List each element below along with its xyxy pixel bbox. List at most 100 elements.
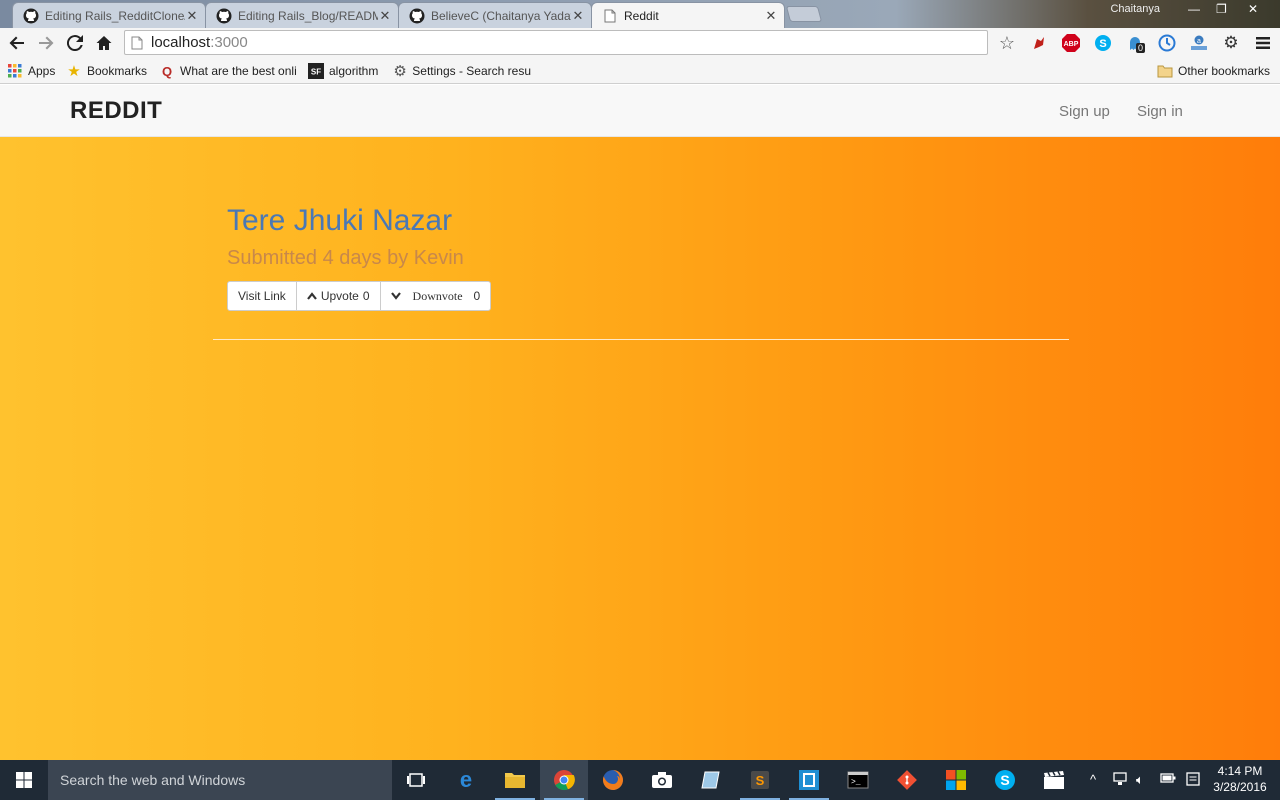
taskbar-search[interactable]: Search the web and Windows — [48, 760, 392, 800]
bookmark-bookmarks[interactable]: ★ Bookmarks — [66, 62, 147, 80]
chevron-up-icon — [306, 292, 317, 300]
address-port: :3000 — [210, 34, 248, 51]
svg-text:a: a — [1197, 38, 1201, 45]
close-icon[interactable]: ✕ — [571, 8, 585, 24]
bookmark-algorithm[interactable]: SF algorithm — [308, 62, 378, 80]
tray-chevron-up-icon[interactable]: ^ — [1090, 772, 1096, 787]
bookmark-label: Settings - Search resu — [412, 64, 531, 78]
bookmark-apps[interactable]: Apps — [7, 62, 55, 80]
adblock-icon[interactable]: ABP — [1061, 33, 1081, 53]
tab-editing-redditclone[interactable]: Editing Rails_RedditClone/ ✕ — [12, 2, 206, 28]
bookmark-star-icon[interactable]: ☆ — [997, 33, 1017, 53]
brand-logo[interactable]: REDDIT — [70, 97, 162, 125]
reload-icon[interactable] — [64, 32, 86, 54]
folder-icon — [1157, 63, 1173, 79]
svg-text:e: e — [460, 769, 472, 791]
upvote-button[interactable]: Upvote 0 — [295, 281, 381, 311]
signup-link[interactable]: Sign up — [1059, 103, 1110, 120]
svg-text:S: S — [1000, 772, 1009, 788]
network-icon[interactable] — [1112, 772, 1128, 789]
sublime-text-icon[interactable]: S — [736, 760, 784, 800]
camera-icon[interactable] — [638, 760, 686, 800]
restore-icon[interactable]: ❐ — [1216, 2, 1227, 16]
tab-title: Editing Rails_Blog/READM — [238, 8, 378, 23]
skype-icon[interactable]: S — [1093, 33, 1113, 53]
downvote-button[interactable]: Downvote 0 — [379, 281, 492, 311]
menu-icon[interactable] — [1253, 33, 1273, 53]
start-button[interactable] — [0, 760, 48, 800]
chrome-icon[interactable] — [540, 760, 588, 800]
bookmark-quora[interactable]: Q What are the best onli — [159, 62, 297, 80]
bookmark-settings[interactable]: ⚙ Settings - Search resu — [393, 62, 531, 80]
ghostery-icon[interactable]: 0 — [1125, 33, 1146, 53]
upvote-label: Upvote — [320, 289, 359, 303]
signin-link[interactable]: Sign in — [1137, 103, 1183, 120]
action-center-icon[interactable] — [1186, 772, 1200, 789]
site-navbar: REDDIT Sign up Sign in — [0, 85, 1280, 137]
upvote-count: 0 — [362, 289, 370, 303]
browser-toolbar: localhost:3000 ☆ ABP S 0 a ⚙ — [0, 28, 1280, 58]
tab-believec[interactable]: BelieveC (Chaitanya Yadav ✕ — [398, 2, 592, 28]
profile-name[interactable]: Chaitanya — [1110, 3, 1160, 15]
address-host: localhost — [151, 34, 211, 51]
chevron-down-icon — [390, 292, 401, 300]
taskbar-clock[interactable]: 4:14 PM 3/28/2016 — [1208, 763, 1272, 795]
volume-icon[interactable]: 🔈︎ — [1136, 772, 1144, 788]
amazon-icon[interactable]: a — [1189, 33, 1209, 53]
svg-text:SF: SF — [311, 68, 321, 77]
sf-icon: SF — [308, 63, 324, 79]
edge-icon[interactable]: e — [442, 760, 490, 800]
battery-icon[interactable] — [1160, 772, 1176, 787]
adblock-label: ABP — [1064, 41, 1079, 48]
tab-title: Reddit — [624, 8, 659, 23]
post-actions: Visit Link Upvote 0 Downvote 0 — [227, 281, 492, 311]
minimize-icon[interactable]: — — [1188, 2, 1200, 16]
bookmark-label: What are the best onli — [180, 64, 297, 78]
visit-link-button[interactable]: Visit Link — [227, 281, 297, 311]
address-bar[interactable]: localhost:3000 — [124, 30, 988, 55]
tab-strip: Editing Rails_RedditClone/ ✕ Editing Rai… — [0, 0, 1280, 28]
visit-link-label: Visit Link — [238, 289, 286, 303]
bookmark-other[interactable]: Other bookmarks — [1157, 62, 1270, 80]
tab-reddit[interactable]: Reddit ✕ — [591, 2, 785, 28]
task-view-icon[interactable] — [392, 760, 440, 800]
lastpass-icon[interactable] — [1029, 33, 1049, 53]
svg-text:S: S — [1099, 38, 1106, 50]
bookmark-label: Apps — [28, 64, 56, 78]
back-arrow-icon[interactable] — [6, 32, 28, 54]
settings-icon[interactable]: ⚙ — [1221, 33, 1241, 53]
post-meta: Submitted 4 days by Kevin — [227, 247, 464, 269]
close-icon[interactable]: ✕ — [764, 8, 778, 24]
post-title[interactable]: Tere Jhuki Nazar — [227, 204, 452, 238]
skype-taskbar-icon[interactable]: S — [981, 760, 1029, 800]
downvote-count: 0 — [473, 289, 481, 303]
command-prompt-icon[interactable]: >_ — [834, 760, 882, 800]
window-close-icon[interactable]: ✕ — [1248, 2, 1258, 16]
svg-text:>_: >_ — [851, 778, 861, 787]
quora-icon: Q — [161, 63, 173, 79]
page-icon — [131, 36, 143, 50]
git-icon[interactable] — [883, 760, 931, 800]
ms-office-icon[interactable] — [932, 760, 980, 800]
video-editor-icon[interactable] — [1030, 760, 1078, 800]
clock-date: 3/28/2016 — [1213, 780, 1267, 794]
forward-arrow-icon[interactable] — [35, 32, 57, 54]
home-icon[interactable] — [93, 32, 115, 54]
terminal-app-icon[interactable] — [785, 760, 833, 800]
close-icon[interactable]: ✕ — [185, 8, 199, 24]
tab-editing-rails-blog[interactable]: Editing Rails_Blog/READM ✕ — [205, 2, 399, 28]
windows-logo-icon — [16, 772, 32, 788]
search-placeholder: Search the web and Windows — [60, 772, 246, 788]
clock-time: 4:14 PM — [1217, 764, 1263, 778]
windows-taskbar: Search the web and Windows e S >_ S ^ 🔈︎… — [0, 760, 1280, 800]
ghostery-badge: 0 — [1136, 43, 1146, 53]
close-icon[interactable]: ✕ — [378, 8, 392, 24]
new-tab-button[interactable] — [785, 6, 823, 22]
downvote-label: Downvote — [412, 288, 463, 303]
bookmark-label: algorithm — [329, 64, 379, 78]
notes-icon[interactable] — [687, 760, 735, 800]
file-explorer-icon[interactable] — [491, 760, 539, 800]
history-icon[interactable] — [1157, 33, 1177, 53]
main-content: Tere Jhuki Nazar Submitted 4 days by Kev… — [0, 137, 1280, 760]
firefox-icon[interactable] — [589, 760, 637, 800]
